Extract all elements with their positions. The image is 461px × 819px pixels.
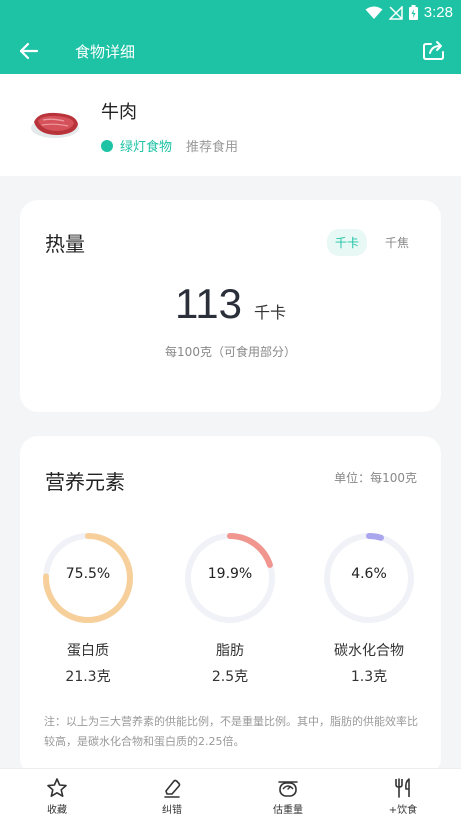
nutrient-carbs: 4.6% 碳水化合物 1.3克 bbox=[319, 528, 419, 686]
food-light-tag: 绿灯食物 bbox=[120, 140, 173, 155]
food-name: 牛肉 bbox=[101, 102, 137, 123]
unit-kj-option[interactable]: 千焦 bbox=[377, 229, 417, 256]
nav-favorite-label: 收藏 bbox=[47, 805, 67, 816]
energy-title: 热量 bbox=[45, 232, 85, 256]
status-time: 3:28 bbox=[423, 4, 453, 21]
protein-amount: 21.3克 bbox=[65, 669, 111, 685]
nav-favorite[interactable]: 收藏 bbox=[17, 777, 97, 816]
nutrient-protein: 75.5% 蛋白质 21.3克 bbox=[38, 528, 138, 686]
carbs-amount: 1.3克 bbox=[350, 669, 388, 685]
status-icons: 3:28 bbox=[365, 4, 453, 21]
share-button[interactable] bbox=[421, 37, 447, 63]
food-header: 牛肉 绿灯食物 推荐食用 bbox=[0, 74, 461, 176]
signal-off-icon bbox=[388, 5, 403, 20]
page-title: 食物详细 bbox=[75, 43, 136, 61]
eraser-icon bbox=[164, 779, 181, 798]
nutrient-title: 营养元素 bbox=[45, 470, 125, 494]
nav-correct-label: 纠错 bbox=[162, 805, 182, 816]
fat-name: 脂肪 bbox=[216, 643, 244, 659]
back-button[interactable] bbox=[16, 38, 42, 64]
status-bar: 3:28 bbox=[0, 0, 461, 28]
unit-kcal-option[interactable]: 千卡 bbox=[326, 229, 367, 256]
nav-add-diet[interactable]: +饮食 bbox=[363, 777, 443, 816]
fat-percent: 19.9% bbox=[207, 566, 253, 582]
food-tag-row: 绿灯食物 推荐食用 bbox=[101, 136, 238, 155]
wifi-icon bbox=[365, 6, 383, 19]
star-icon bbox=[47, 778, 67, 797]
green-dot-icon bbox=[101, 139, 113, 152]
energy-unit: 千卡 bbox=[253, 303, 286, 322]
nutrient-note: 注：以上为三大营养素的供能比例，不是重量比例。其中，脂肪的供能效率比较高，是碳水… bbox=[44, 715, 418, 748]
energy-unit-toggle: 千卡 千焦 bbox=[326, 229, 417, 256]
scale-icon bbox=[278, 781, 298, 797]
nav-estimate-weight-label: 估重量 bbox=[273, 805, 303, 816]
nav-correct[interactable]: 纠错 bbox=[132, 777, 212, 816]
nav-estimate-weight[interactable]: 估重量 bbox=[248, 777, 328, 816]
bottom-nav: 收藏 纠错 估重量 +饮食 bbox=[0, 768, 461, 819]
fat-amount: 2.5克 bbox=[211, 669, 249, 685]
nutrient-fat: 19.9% 脂肪 2.5克 bbox=[180, 528, 280, 686]
protein-name: 蛋白质 bbox=[67, 643, 109, 659]
nav-add-diet-label: +饮食 bbox=[388, 805, 418, 816]
arrow-left-icon bbox=[19, 42, 39, 60]
food-advice: 推荐食用 bbox=[186, 140, 239, 155]
fork-knife-icon bbox=[395, 778, 410, 798]
energy-value-row: 113 千卡 bbox=[20, 280, 441, 328]
beef-image bbox=[28, 104, 82, 142]
carbs-percent: 4.6% bbox=[351, 566, 387, 582]
nutrient-card: 营养元素 单位：每100克 75.5% 蛋白质 21.3克 19.9% 脂肪 2… bbox=[20, 436, 441, 776]
nutrient-unit-note: 单位：每100克 bbox=[334, 471, 417, 485]
protein-percent: 75.5% bbox=[65, 566, 111, 582]
energy-value: 113 bbox=[175, 280, 242, 327]
energy-card: 热量 千卡 千焦 113 千卡 每100克（可食用部分） bbox=[20, 200, 441, 412]
battery-charging-icon bbox=[408, 5, 418, 20]
energy-note: 每100克（可食用部分） bbox=[165, 345, 296, 359]
share-icon bbox=[423, 41, 444, 60]
app-bar: 食物详细 bbox=[0, 28, 461, 74]
carbs-name: 碳水化合物 bbox=[334, 643, 404, 659]
nutrient-rings: 75.5% 蛋白质 21.3克 19.9% 脂肪 2.5克 4.6% 碳水化合物… bbox=[20, 528, 441, 688]
